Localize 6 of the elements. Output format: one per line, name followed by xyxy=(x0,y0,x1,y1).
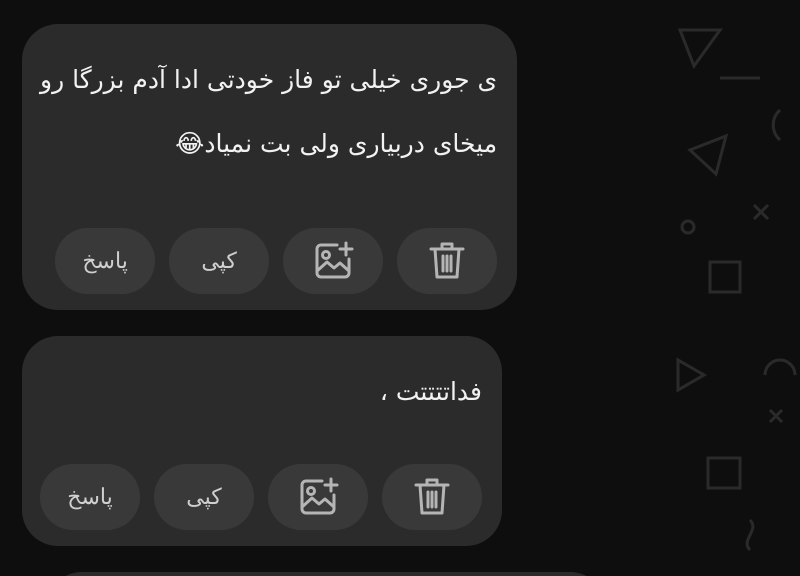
message-text: ی جوری خیلی تو فاز خودتی ادا آدم بزرگا رو میخای دربیاری ولی بت نمیاد😂 xyxy=(40,64,498,160)
action-button[interactable]: کپی xyxy=(154,464,254,530)
action-button[interactable]: پاسخ xyxy=(40,464,140,530)
action-button[interactable]: کپی xyxy=(169,228,270,294)
action-button[interactable]: پاسخ xyxy=(55,228,156,294)
message-text: فداتتتتت ، xyxy=(378,376,482,408)
